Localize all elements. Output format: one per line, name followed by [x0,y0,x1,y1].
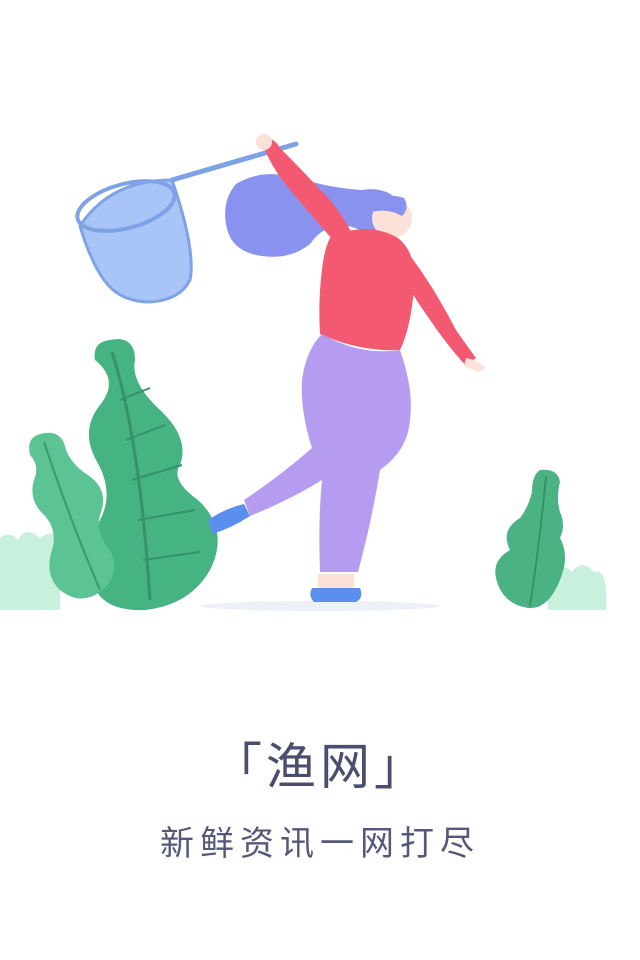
front-shoe [310,588,362,602]
ground-shadow [200,601,440,611]
app-tagline: 新鲜资讯一网打尽 [160,824,480,864]
shirt [319,229,415,351]
splash-screen: 「渔网」 新鲜资讯一网打尽 [0,0,640,960]
girl-with-net-illustration [0,134,606,611]
right-leaf [495,469,565,609]
pants [244,334,411,572]
app-title: 「渔网」 [212,738,428,796]
back-shoe [208,504,250,534]
